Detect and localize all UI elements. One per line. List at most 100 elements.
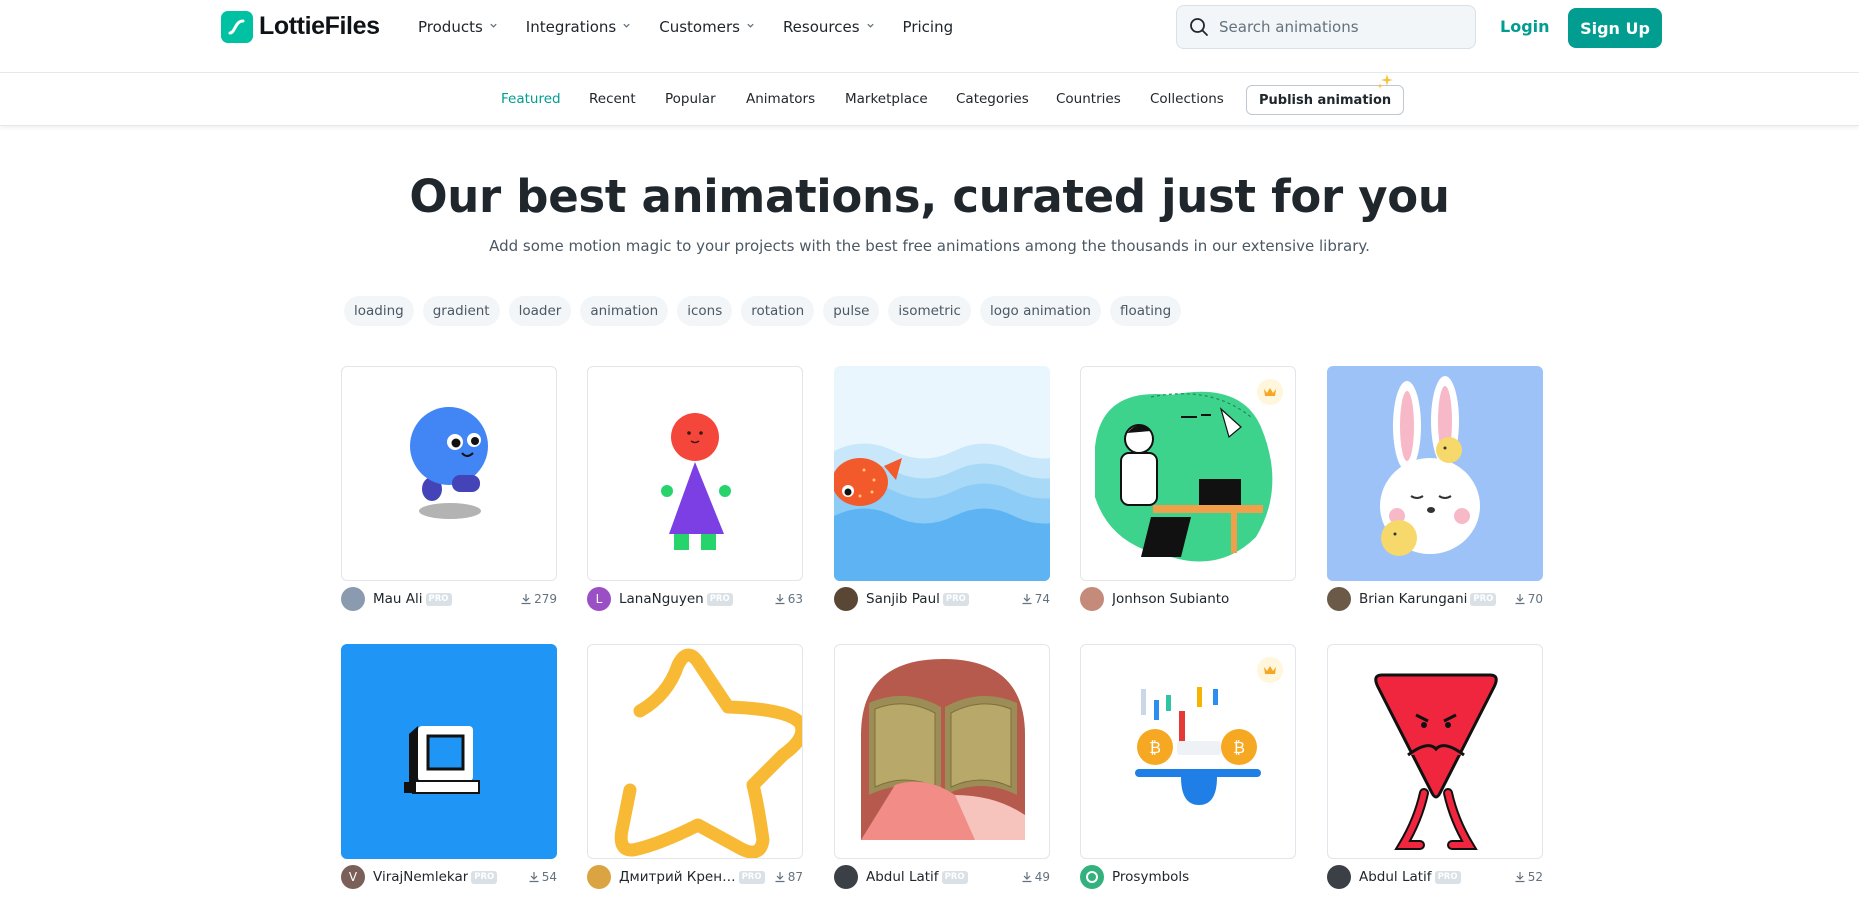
author-name[interactable]: Abdul Latif: [866, 869, 939, 885]
author-name[interactable]: Дмитрий Крен…: [619, 869, 736, 885]
page-subtitle: Add some motion magic to your projects w…: [489, 237, 1370, 255]
logo[interactable]: LottieFiles: [221, 10, 380, 43]
avatar[interactable]: [341, 587, 365, 611]
download-count: 63: [774, 592, 803, 606]
pro-badge: PRO: [425, 592, 452, 606]
animation-preview[interactable]: [1327, 644, 1543, 859]
tag-chip[interactable]: loader: [508, 296, 572, 326]
tag-chip[interactable]: logo animation: [979, 296, 1101, 326]
download-icon: [775, 594, 785, 605]
tag-chip[interactable]: animation: [580, 296, 669, 326]
card-meta: Brian Karungani PRO 70: [1327, 587, 1543, 611]
tag-chip[interactable]: icons: [677, 296, 733, 326]
animation-preview[interactable]: [341, 644, 557, 859]
tag-chip[interactable]: isometric: [888, 296, 971, 326]
sub-nav: Featured Recent Popular Animators Market…: [0, 72, 1859, 126]
download-count-value: 279: [534, 592, 557, 606]
nav-integrations-label: Integrations: [525, 18, 617, 36]
logo-text: LottieFiles: [259, 12, 380, 40]
tab-marketplace[interactable]: Marketplace: [845, 91, 928, 107]
nav-products[interactable]: Products: [418, 18, 498, 36]
avatar[interactable]: V: [341, 865, 365, 889]
animation-card: Brian Karungani PRO 70: [1327, 366, 1543, 611]
download-count-value: 87: [787, 870, 803, 884]
animation-preview[interactable]: [587, 644, 803, 859]
lottiefiles-logo-icon: [221, 10, 253, 43]
download-count: 279: [520, 592, 557, 606]
tag-chip[interactable]: gradient: [422, 296, 500, 326]
tab-popular[interactable]: Popular: [665, 91, 716, 107]
download-icon: [775, 872, 785, 883]
download-count: 52: [1514, 870, 1543, 884]
svg-text:₿: ₿: [1149, 738, 1161, 757]
tag-list: loading gradient loader animation icons …: [344, 296, 1190, 326]
pro-badge: PRO: [1470, 592, 1497, 606]
avatar[interactable]: [1080, 587, 1104, 611]
author-name[interactable]: VirajNemlekar: [373, 869, 468, 885]
tab-recent[interactable]: Recent: [589, 91, 636, 107]
download-count: 49: [1021, 870, 1050, 884]
signup-button[interactable]: Sign Up: [1568, 8, 1662, 48]
nav-integrations[interactable]: Integrations: [526, 18, 631, 36]
search-input[interactable]: [1217, 17, 1461, 37]
tab-categories[interactable]: Categories: [956, 91, 1029, 107]
nav-resources[interactable]: Resources: [783, 18, 875, 36]
nav-resources-label: Resources: [782, 18, 860, 36]
avatar[interactable]: [587, 865, 611, 889]
animation-card: Sanjib Paul PRO 74: [834, 366, 1050, 611]
animation-preview[interactable]: [834, 644, 1050, 859]
download-count: 70: [1514, 592, 1543, 606]
author-name[interactable]: Abdul Latif: [1359, 869, 1432, 885]
tab-countries[interactable]: Countries: [1056, 91, 1121, 107]
nav-pricing[interactable]: Pricing: [903, 18, 954, 36]
premium-crown-icon: [1257, 657, 1283, 683]
tab-animators[interactable]: Animators: [746, 91, 815, 107]
animation-card: Дмитрий Крен… PRO 87: [587, 644, 803, 889]
download-icon: [1022, 872, 1032, 883]
tag-chip[interactable]: pulse: [823, 296, 880, 326]
avatar[interactable]: [834, 587, 858, 611]
author-name[interactable]: Mau Ali: [373, 591, 423, 607]
animation-preview[interactable]: [587, 366, 803, 581]
download-count-value: 49: [1034, 870, 1050, 884]
avatar-initial: L: [595, 592, 603, 606]
page-title: Our best animations, curated just for yo…: [409, 170, 1450, 223]
download-icon: [529, 872, 539, 883]
animation-preview[interactable]: [834, 366, 1050, 581]
download-icon: [521, 594, 531, 605]
download-count-value: 74: [1034, 592, 1050, 606]
animation-card: Jonhson Subianto: [1080, 366, 1296, 611]
tag-chip[interactable]: loading: [344, 296, 414, 326]
animation-preview[interactable]: ₿ ₿: [1080, 644, 1296, 859]
avatar[interactable]: [1327, 587, 1351, 611]
author-name[interactable]: Sanjib Paul: [866, 591, 940, 607]
animation-preview[interactable]: [341, 366, 557, 581]
card-meta: Abdul Latif PRO 52: [1327, 865, 1543, 889]
author-name[interactable]: Prosymbols: [1112, 869, 1189, 885]
sparkle-icon: [1377, 74, 1393, 89]
avatar[interactable]: L: [587, 587, 611, 611]
nav-customers[interactable]: Customers: [659, 18, 755, 36]
premium-crown-icon: [1257, 379, 1283, 405]
animation-preview[interactable]: [1080, 366, 1296, 581]
avatar[interactable]: [834, 865, 858, 889]
download-count-value: 54: [541, 870, 557, 884]
card-meta: Jonhson Subianto: [1080, 587, 1296, 611]
author-name[interactable]: Jonhson Subianto: [1112, 591, 1229, 607]
pro-badge: PRO: [471, 870, 498, 884]
download-icon: [1515, 594, 1525, 605]
search-box[interactable]: [1176, 5, 1476, 49]
animation-preview[interactable]: [1327, 366, 1543, 581]
download-count-value: 70: [1527, 592, 1543, 606]
tab-featured[interactable]: Featured: [501, 91, 561, 107]
tag-chip[interactable]: floating: [1109, 296, 1182, 326]
login-link[interactable]: Login: [1500, 17, 1550, 36]
tab-collections[interactable]: Collections: [1150, 91, 1224, 107]
avatar[interactable]: [1327, 865, 1351, 889]
pro-badge: PRO: [942, 592, 969, 606]
nav-customers-label: Customers: [659, 18, 740, 36]
tag-chip[interactable]: rotation: [741, 296, 815, 326]
author-name[interactable]: LanaNguyen: [619, 591, 704, 607]
avatar[interactable]: [1080, 865, 1104, 889]
author-name[interactable]: Brian Karungani: [1359, 591, 1467, 607]
